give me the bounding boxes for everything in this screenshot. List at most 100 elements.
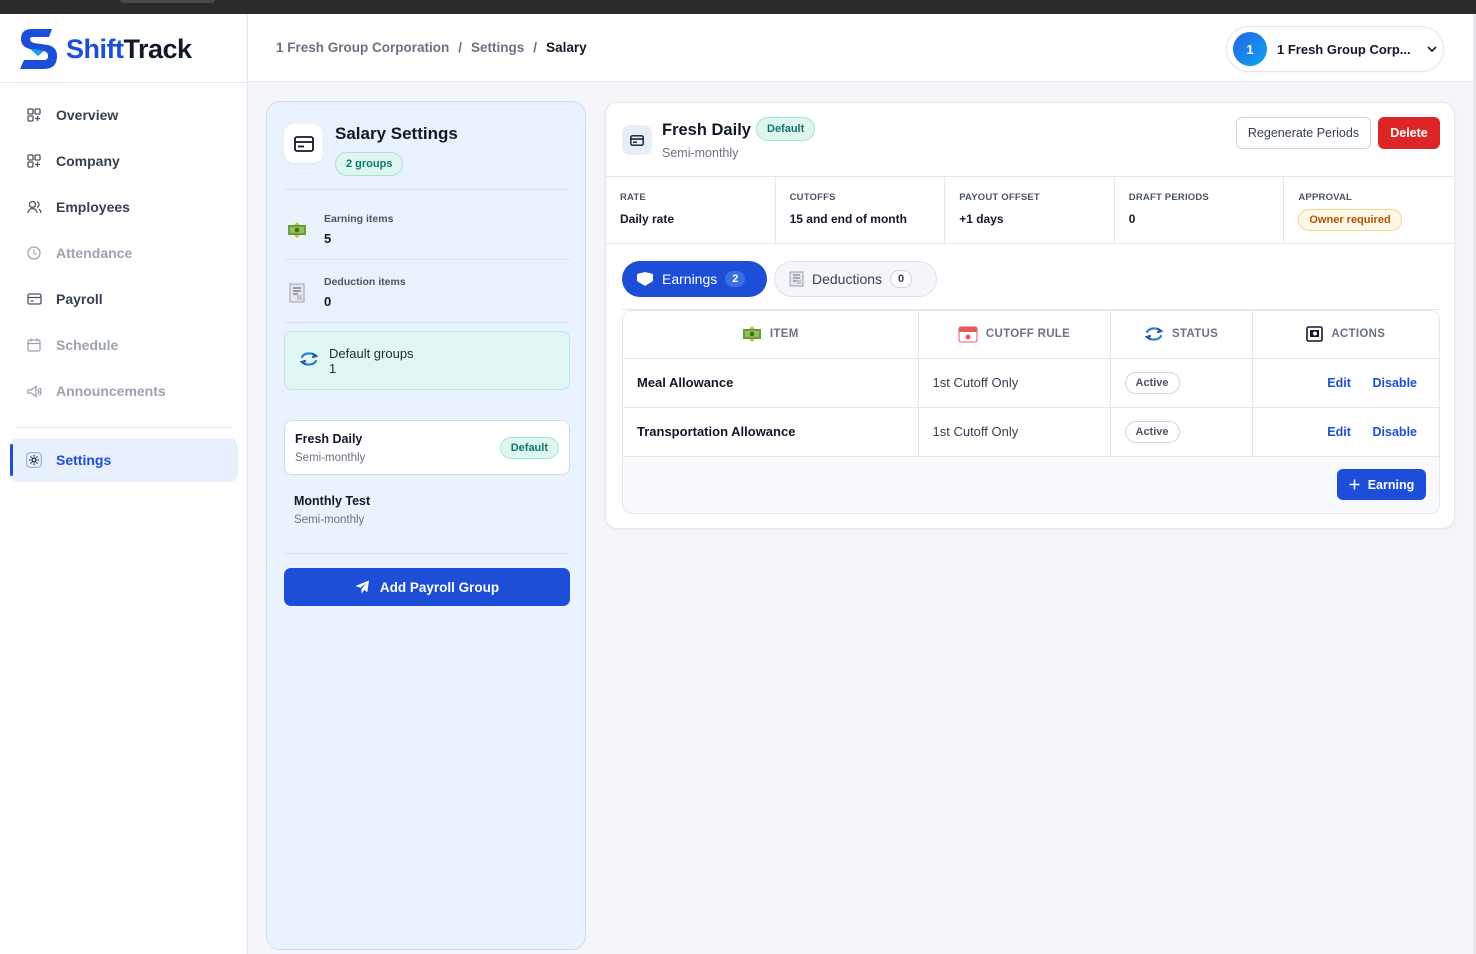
table-header-row: ITEM CUTOFF RULE STATUS ACTIONS [623, 311, 1439, 359]
stat-value: 5 [324, 231, 332, 246]
add-earning-button[interactable]: Earning [1337, 469, 1426, 500]
browser-tab-edge [120, 0, 215, 3]
sidebar-item-label: Announcements [56, 383, 166, 399]
group-subtitle: Semi-monthly [662, 146, 739, 160]
card-icon [26, 291, 42, 307]
receipt-icon [789, 271, 804, 287]
cell-actions: Edit Disable [1252, 358, 1439, 408]
tab-earnings[interactable]: Earnings 2 [622, 261, 767, 297]
tab-label: Earnings [662, 271, 718, 287]
default-badge: Default [499, 437, 559, 459]
sync-icon [1144, 327, 1164, 341]
disable-link[interactable]: Disable [1373, 376, 1417, 390]
group-title: Fresh Daily [662, 121, 751, 139]
money-icon [742, 326, 761, 343]
meta-label: DRAFT PERIODS [1128, 192, 1209, 203]
earnings-table: ITEM CUTOFF RULE STATUS ACTIONS Meal All… [623, 311, 1439, 457]
sidebar-item-employees[interactable]: Employees [10, 184, 238, 230]
tab-count-badge: 2 [725, 271, 746, 287]
disable-link[interactable]: Disable [1373, 425, 1417, 439]
sidebar-item-label: Settings [56, 452, 112, 468]
control-knobs-icon [1306, 326, 1324, 343]
breadcrumb-separator: / [458, 40, 463, 55]
org-switcher[interactable]: 1 1 Fresh Group Corp... [1226, 26, 1444, 72]
edit-link[interactable]: Edit [1327, 376, 1351, 390]
sidebar-item-attendance[interactable]: Attendance [10, 230, 238, 276]
group-schedule: Semi-monthly [294, 514, 365, 526]
sidebar-nav: Overview Company Employees Attendance Pa… [10, 92, 238, 482]
wallet-icon [284, 124, 323, 163]
cell-cutoff-rule: 1st Cutoff Only [918, 407, 1111, 457]
sidebar-item-company[interactable]: Company [10, 138, 238, 184]
panel-divider [284, 259, 570, 260]
meta-approval: APPROVAL Owner required [1284, 177, 1454, 243]
payroll-group-detail-card: Fresh Daily Default Semi-monthly Regener… [605, 102, 1455, 529]
sidebar-item-label: Payroll [56, 291, 103, 307]
sidebar-item-payroll[interactable]: Payroll [10, 276, 238, 322]
panel-title: Salary Settings [335, 124, 458, 143]
tab-deductions[interactable]: Deductions 0 [774, 261, 937, 297]
payroll-group-monthly-test[interactable]: Monthly Test Semi-monthly [284, 484, 570, 539]
meta-value: +1 days [959, 212, 1004, 226]
panel-header: Salary Settings 2 groups [284, 124, 458, 176]
gear-icon [26, 452, 42, 468]
delete-button[interactable]: Delete [1378, 117, 1440, 149]
column-header-cutoff-rule: CUTOFF RULE [918, 311, 1111, 359]
stat-label: Earning items [324, 213, 394, 225]
add-earning-label: Earning [1367, 477, 1415, 492]
shifttrack-logo-icon [20, 29, 57, 69]
meta-draft-periods: DRAFT PERIODS 0 [1115, 177, 1285, 243]
calendar-icon [26, 337, 42, 353]
earnings-table-container: ITEM CUTOFF RULE STATUS ACTIONS Meal All… [622, 310, 1440, 514]
meta-label: APPROVAL [1298, 192, 1353, 203]
groups-count-badge: 2 groups [335, 152, 404, 176]
meta-value: Daily rate [620, 212, 675, 226]
breadcrumb-settings[interactable]: Settings [471, 40, 524, 55]
panel-divider [284, 553, 570, 554]
meta-value: 0 [1128, 212, 1136, 226]
top-header: 1 Fresh Group Corporation / Settings / S… [248, 14, 1473, 82]
edit-link[interactable]: Edit [1327, 425, 1351, 439]
receipt-icon [284, 280, 310, 306]
stat-deduction-items: Deduction items 0 [284, 276, 570, 309]
clock-icon [26, 245, 42, 261]
stat-label: Deduction items [324, 276, 406, 288]
users-icon [26, 199, 42, 215]
cell-item: Transportation Allowance [623, 407, 919, 457]
group-schedule: Semi-monthly [295, 452, 366, 464]
add-payroll-group-label: Add Payroll Group [379, 579, 500, 595]
app-logo[interactable]: ShiftTrack [18, 25, 192, 73]
panel-divider [284, 189, 570, 190]
calendar-icon [958, 326, 978, 343]
stat-value: 1 [329, 360, 337, 376]
sidebar-item-label: Company [56, 153, 120, 169]
browser-top-strip [0, 0, 1476, 14]
plus-icon [1349, 479, 1360, 490]
item-tabs: Earnings 2 Deductions 0 [622, 261, 937, 297]
cell-cutoff-rule: 1st Cutoff Only [918, 358, 1111, 408]
sidebar-item-announcements[interactable]: Announcements [10, 368, 238, 414]
cell-status: Active [1110, 358, 1253, 408]
meta-rate: RATE Daily rate [606, 177, 776, 243]
app-name: ShiftTrack [66, 33, 192, 64]
grid-icon [26, 153, 42, 169]
cell-item: Meal Allowance [623, 358, 919, 408]
sync-icon [299, 351, 319, 370]
tab-label: Deductions [812, 271, 883, 287]
sidebar-item-settings[interactable]: Settings [10, 438, 238, 482]
megaphone-icon [26, 383, 42, 399]
meta-value: 15 and end of month [789, 212, 907, 226]
breadcrumb: 1 Fresh Group Corporation / Settings / S… [276, 40, 587, 55]
breadcrumb-company[interactable]: 1 Fresh Group Corporation [276, 40, 449, 55]
sidebar-item-schedule[interactable]: Schedule [10, 322, 238, 368]
payroll-group-fresh-daily[interactable]: Fresh Daily Semi-monthly Default [284, 420, 570, 475]
salary-settings-panel: Salary Settings 2 groups Earning items 5… [266, 101, 586, 950]
cell-status: Active [1110, 407, 1253, 457]
add-payroll-group-button[interactable]: Add Payroll Group [284, 568, 570, 606]
group-name: Monthly Test [294, 494, 371, 508]
sidebar-item-overview[interactable]: Overview [10, 92, 238, 138]
breadcrumb-separator: / [533, 40, 538, 55]
regenerate-periods-button[interactable]: Regenerate Periods [1236, 117, 1371, 149]
tab-count-badge: 0 [890, 270, 913, 288]
sidebar-item-label: Overview [56, 107, 119, 123]
